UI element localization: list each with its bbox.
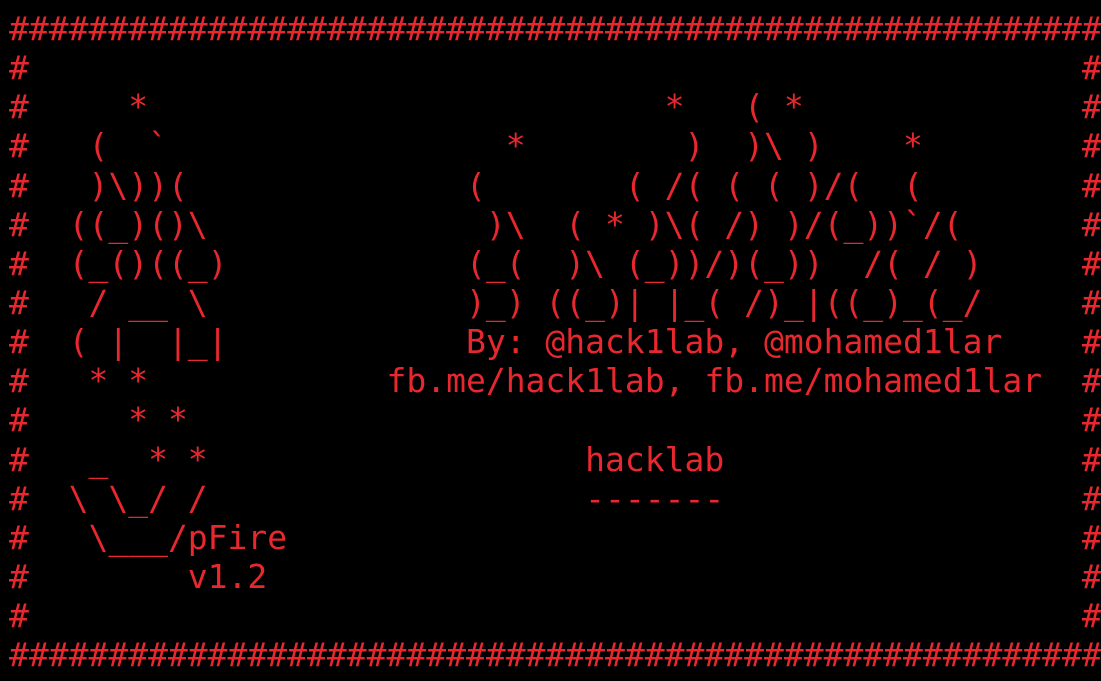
banner-line: # * * # <box>9 400 1101 440</box>
banner-line: # * * ( * # <box>9 87 1101 127</box>
banner-hacklab-line: # _ * * hacklab # <box>9 439 1101 479</box>
banner-underline-line: # \ \_/ / ------- # <box>9 478 1101 518</box>
banner-line: # )\))( ( ( /( ( ( )/( ( # <box>9 165 1101 205</box>
banner-line: # / __ \ )_) ((_)| |_( /)_|((_)_(_/ # <box>9 282 1101 322</box>
banner-line: # (_()((_) (_( )\ (_))/)(_)) /( / ) # <box>9 243 1101 283</box>
banner-line: # # <box>9 48 1101 88</box>
banner-line: # ((_)()\ )\ ( * )\( /) )/(_))`/( # <box>9 204 1101 244</box>
banner-author-line: # ( | |_| By: @hack1lab, @mohamed1lar # <box>9 322 1101 362</box>
ascii-banner: ########################################… <box>9 9 1101 675</box>
banner-border-top: ########################################… <box>9 9 1101 48</box>
banner-tool-name-line: # \___/pFire # <box>9 517 1101 557</box>
terminal-window: ########################################… <box>9 9 1101 675</box>
banner-line: # ( ` * ) )\ ) * # <box>9 126 1101 166</box>
banner-line: # # <box>9 596 1101 636</box>
banner-border-bottom: ########################################… <box>9 635 1101 675</box>
banner-version-line: # v1.2 # <box>9 556 1101 596</box>
banner-links-line: # * * fb.me/hack1lab, fb.me/mohamed1lar … <box>9 361 1101 401</box>
